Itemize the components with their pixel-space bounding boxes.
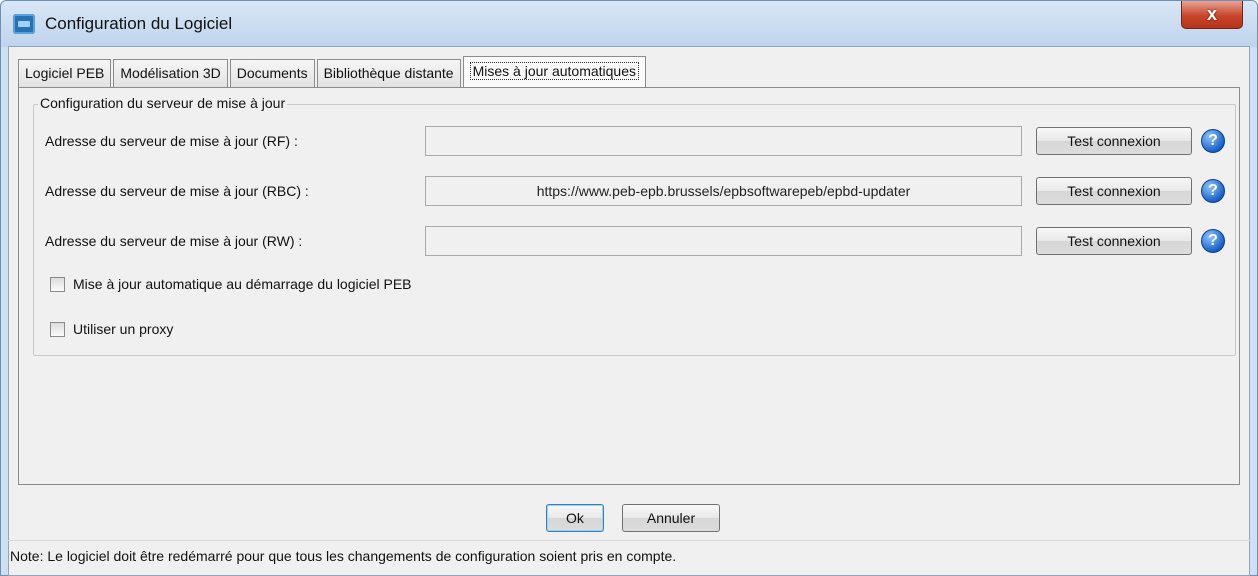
label-server-rf: Adresse du serveur de mise à jour (RF) : [45, 133, 298, 149]
help-icon[interactable]: ? [1201, 129, 1225, 153]
tab-logiciel-peb[interactable]: Logiciel PEB [18, 59, 112, 87]
proxy-label: Utiliser un proxy [73, 321, 174, 337]
tab-documents[interactable]: Documents [229, 59, 315, 87]
title-bar[interactable]: Configuration du Logiciel x [1, 1, 1257, 47]
ok-button[interactable]: Ok [546, 504, 604, 532]
window-title: Configuration du Logiciel [45, 14, 233, 33]
proxy-checkbox[interactable] [50, 321, 65, 337]
footer-separator [8, 540, 1250, 541]
test-connexion-rw-button[interactable]: Test connexion [1036, 227, 1192, 255]
tab-bar: Logiciel PEB Modélisation 3D Documents B… [18, 56, 648, 88]
input-server-rbc[interactable]: https://www.peb-epb.brussels/epbsoftware… [425, 176, 1022, 206]
help-icon[interactable]: ? [1201, 229, 1225, 253]
restart-note: Note: Le logiciel doit être redémarré po… [10, 548, 677, 564]
test-connexion-rf-button[interactable]: Test connexion [1036, 127, 1192, 155]
close-button[interactable]: x [1181, 1, 1243, 29]
help-icon[interactable]: ? [1201, 179, 1225, 203]
tab-mises-a-jour-label: Mises à jour automatiques [469, 62, 640, 80]
label-server-rw: Adresse du serveur de mise à jour (RW) : [45, 233, 303, 249]
proxy-checkbox-row[interactable]: Utiliser un proxy [50, 321, 173, 337]
tab-bibliotheque-distante[interactable]: Bibliothèque distante [316, 59, 461, 87]
groupbox-title: Configuration du serveur de mise à jour [38, 95, 288, 111]
cancel-button[interactable]: Annuler [622, 504, 720, 532]
app-icon [13, 14, 35, 34]
auto-update-checkbox-row[interactable]: Mise à jour automatique au démarrage du … [50, 276, 412, 292]
label-server-rbc: Adresse du serveur de mise à jour (RBC) … [45, 183, 309, 199]
auto-update-label: Mise à jour automatique au démarrage du … [73, 276, 412, 292]
tab-modelisation-3d[interactable]: Modélisation 3D [113, 59, 228, 87]
auto-update-checkbox[interactable] [50, 276, 65, 292]
tab-mises-a-jour-automatiques[interactable]: Mises à jour automatiques [462, 56, 647, 88]
input-server-rf[interactable] [425, 126, 1022, 156]
test-connexion-rbc-button[interactable]: Test connexion [1036, 177, 1192, 205]
input-server-rw[interactable] [425, 226, 1022, 256]
